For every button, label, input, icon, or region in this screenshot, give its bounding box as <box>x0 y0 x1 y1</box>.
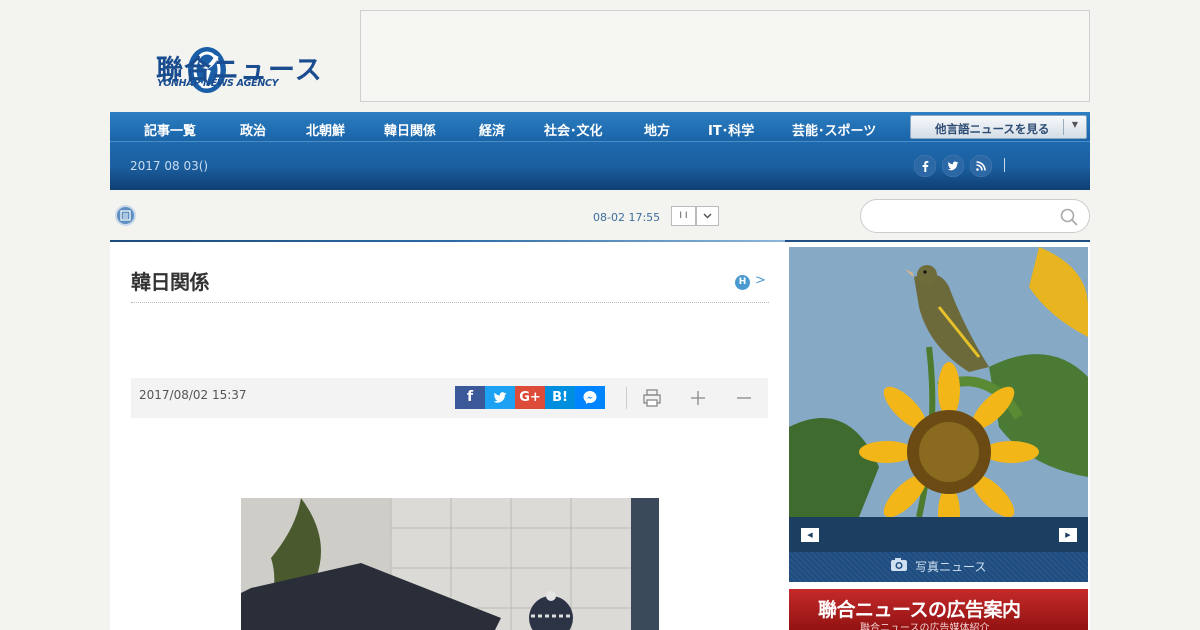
photo-news-label: 写真ニュース <box>915 560 987 574</box>
next-arrow-icon[interactable]: ▶ <box>1059 528 1077 542</box>
googleplus-icon: G+ <box>519 390 541 405</box>
nav-item-korea-japan[interactable]: 韓日関係 <box>384 120 436 139</box>
news-list-icon[interactable] <box>115 205 136 226</box>
nav-item-entertainment-sports[interactable]: 芸能･スポーツ <box>792 120 876 139</box>
toolbar-separator <box>626 387 627 409</box>
zoom-out-icon[interactable] <box>732 386 756 410</box>
nav-item-north-korea[interactable]: 北朝鮮 <box>306 120 345 139</box>
facebook-icon: f <box>466 389 474 405</box>
search-input[interactable] <box>860 199 1090 233</box>
hatena-icon: B! <box>552 390 568 405</box>
current-date: 2017 08 03() <box>130 159 209 173</box>
ticker-time: 08-02 17:55 <box>593 211 661 224</box>
section-title: 韓日関係 <box>131 270 210 294</box>
prev-arrow-icon[interactable]: ◀ <box>801 528 819 542</box>
hatena-share-button[interactable]: B! <box>545 386 575 409</box>
search-icon <box>1060 208 1078 226</box>
messenger-share-button[interactable] <box>575 386 605 409</box>
language-button-label: 他言語ニュースを見る <box>935 122 1050 136</box>
nav-item-articles[interactable]: 記事一覧 <box>144 120 196 139</box>
nav-separator <box>1004 158 1005 172</box>
article-photo[interactable] <box>241 498 659 630</box>
camera-icon <box>891 558 907 571</box>
chevron-down-icon <box>703 213 712 219</box>
facebook-share-button[interactable]: f <box>455 386 485 409</box>
language-divider <box>1063 119 1064 135</box>
googleplus-share-button[interactable]: G+ <box>515 386 545 409</box>
zoom-in-icon[interactable] <box>686 386 710 410</box>
ad-banner-subtitle: 聯合ニュースの広告媒体紹介 <box>860 623 990 630</box>
print-icon[interactable] <box>640 386 664 410</box>
twitter-icon[interactable] <box>942 155 964 177</box>
nav-item-regional[interactable]: 地方 <box>644 120 670 139</box>
ticker-next-button[interactable] <box>696 206 719 226</box>
article-date: 2017/08/02 15:37 <box>139 388 247 402</box>
facebook-icon[interactable] <box>914 155 936 177</box>
ticker-pause-button[interactable]: I I <box>671 206 696 226</box>
title-divider <box>131 302 769 303</box>
content-top-rule <box>110 240 785 242</box>
other-language-dropdown[interactable]: 他言語ニュースを見る ▼ <box>910 115 1087 139</box>
twitter-icon <box>493 392 507 403</box>
top-ad-banner[interactable] <box>360 10 1090 102</box>
messenger-icon <box>583 391 597 404</box>
section-more-link[interactable]: > <box>755 273 766 288</box>
section-badge-icon[interactable]: H <box>735 275 750 290</box>
twitter-share-button[interactable] <box>485 386 515 409</box>
ad-banner-title: 聯合ニュースの広告案内 <box>818 599 1021 621</box>
nav-item-it-science[interactable]: IT･科学 <box>708 120 754 139</box>
nav-item-economy[interactable]: 経済 <box>479 120 505 139</box>
rss-icon[interactable] <box>970 155 992 177</box>
logo-subtitle: YONHAP NEWS AGENCY <box>157 78 279 89</box>
nav-item-politics[interactable]: 政治 <box>240 120 266 139</box>
featured-photo[interactable] <box>789 247 1088 517</box>
photo-slider-nav <box>789 517 1088 552</box>
chevron-down-icon: ▼ <box>1071 120 1078 129</box>
nav-item-society-culture[interactable]: 社会･文化 <box>544 120 603 139</box>
